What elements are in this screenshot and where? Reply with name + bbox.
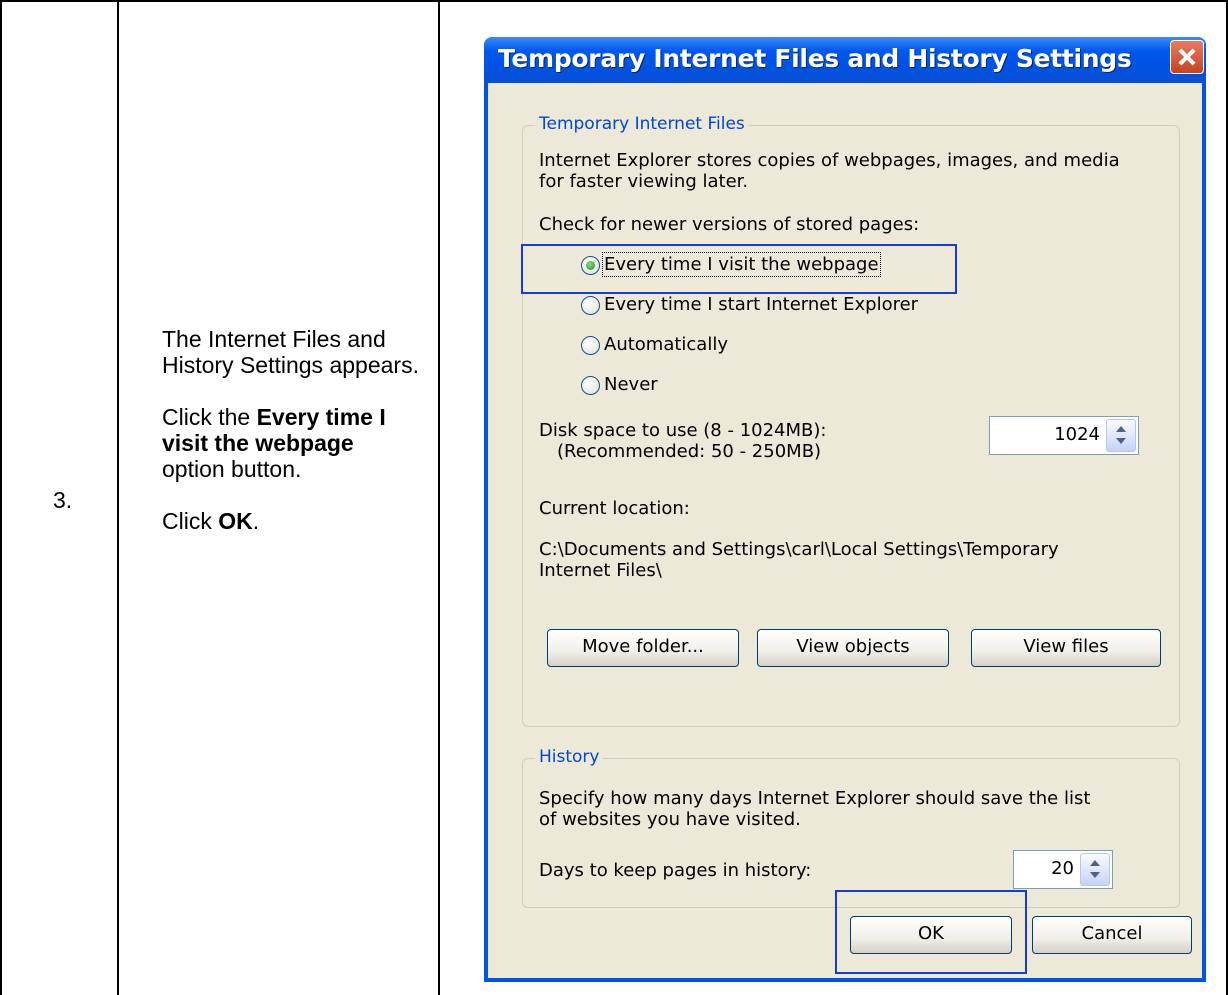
table-top-border	[0, 0, 1228, 2]
history-group: History Specify how many days Internet E…	[522, 747, 1180, 908]
spin-up-icon[interactable]	[1116, 426, 1126, 432]
close-button[interactable]	[1170, 40, 1204, 74]
table-left-border	[0, 0, 2, 995]
spin-buttons[interactable]	[1106, 419, 1136, 452]
disk-space-stepper[interactable]: 1024	[989, 416, 1139, 455]
temp-files-description: for faster viewing later.	[539, 171, 749, 192]
view-files-button[interactable]: View files	[971, 629, 1161, 667]
radio-label: Every time I start Internet Explorer	[604, 294, 919, 315]
current-location-path: C:\Documents and Settings\carl\Local Set…	[539, 539, 1059, 560]
radio-icon	[581, 336, 600, 355]
view-objects-button[interactable]: View objects	[757, 629, 949, 667]
days-label: Days to keep pages in history:	[539, 860, 812, 881]
check-versions-label: Check for newer versions of stored pages…	[539, 214, 920, 235]
option-highlight-box	[521, 244, 957, 294]
spin-down-icon[interactable]	[1116, 438, 1126, 444]
instruction-paragraph: Click the Every time I visit the webpage…	[162, 404, 386, 482]
radio-label: Automatically	[604, 334, 728, 355]
disk-space-label: Disk space to use (8 - 1024MB):	[539, 420, 827, 441]
history-description: of websites you have visited.	[539, 809, 801, 830]
radio-icon	[581, 296, 600, 315]
instruction-paragraph: Click OK.	[162, 508, 260, 534]
column-divider	[438, 0, 440, 995]
move-folder-button[interactable]: Move folder...	[547, 629, 739, 667]
disk-space-value: 1024	[1054, 424, 1100, 445]
disk-space-recommended: (Recommended: 50 - 250MB)	[557, 441, 822, 462]
cancel-button[interactable]: Cancel	[1032, 916, 1192, 954]
temp-files-description: Internet Explorer stores copies of webpa…	[539, 150, 1120, 171]
spin-down-icon[interactable]	[1090, 872, 1100, 878]
spin-up-icon[interactable]	[1090, 860, 1100, 866]
current-location-path: Internet Files\	[539, 560, 662, 581]
spin-buttons[interactable]	[1080, 853, 1110, 886]
dialog-client-area: Temporary Internet Files Internet Explor…	[488, 83, 1202, 978]
step-instructions: The Internet Files and History Settings …	[162, 326, 422, 560]
temp-files-legend: Temporary Internet Files	[535, 114, 749, 134]
history-description: Specify how many days Internet Explorer …	[539, 788, 1091, 809]
history-legend: History	[535, 747, 604, 767]
days-value: 20	[1051, 858, 1074, 879]
dialog-title: Temporary Internet Files and History Set…	[498, 44, 1132, 73]
radio-icon	[581, 376, 600, 395]
ok-highlight-box	[835, 890, 1027, 974]
temp-files-group: Temporary Internet Files Internet Explor…	[522, 114, 1180, 727]
settings-dialog: Temporary Internet Files and History Set…	[484, 37, 1206, 982]
column-divider	[117, 0, 119, 995]
instruction-paragraph: The Internet Files and History Settings …	[162, 326, 419, 378]
radio-label: Never	[604, 374, 658, 395]
current-location-label: Current location:	[539, 498, 690, 519]
step-number: 3.	[53, 487, 73, 513]
days-stepper[interactable]: 20	[1013, 850, 1113, 889]
dialog-titlebar[interactable]: Temporary Internet Files and History Set…	[484, 37, 1206, 83]
